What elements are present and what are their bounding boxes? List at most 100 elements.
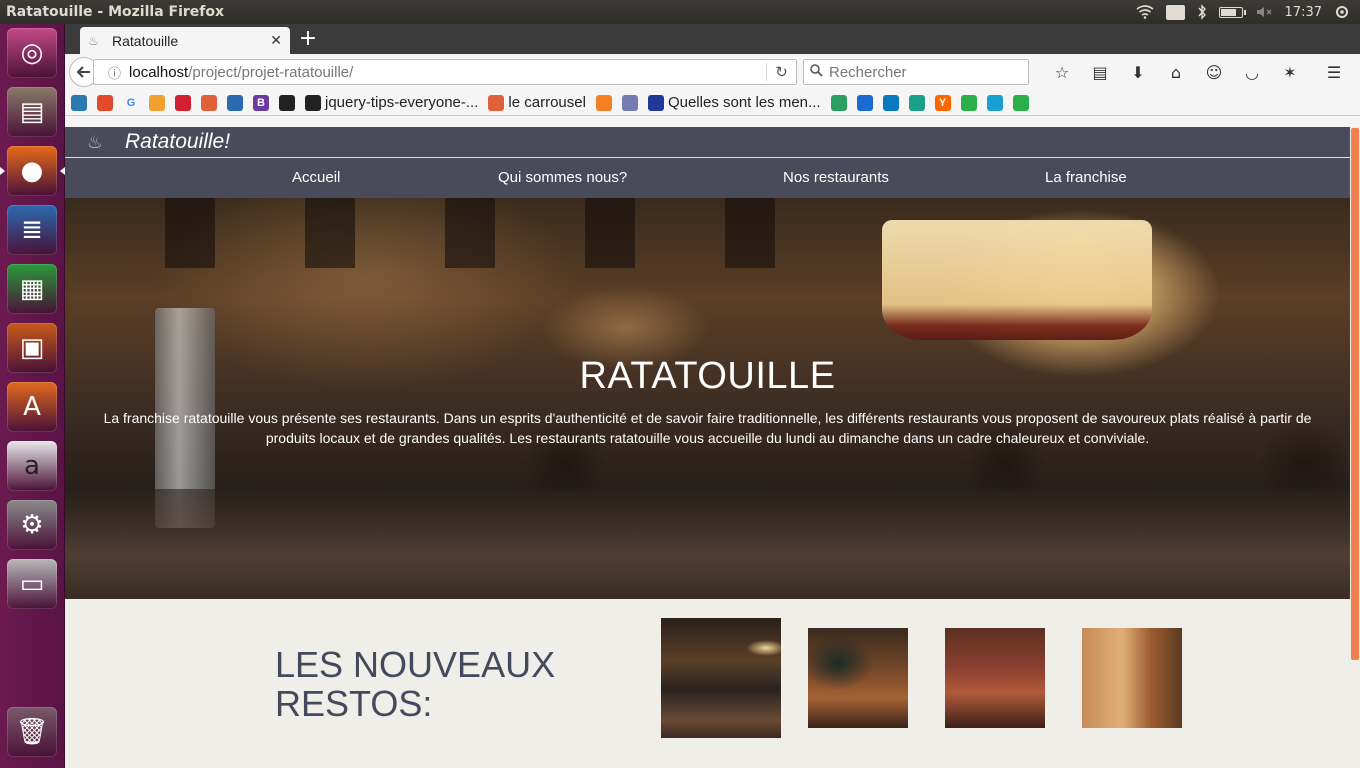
bookmark-item[interactable]: Y <box>934 94 951 111</box>
launcher-trash-icon[interactable]: 🗑 <box>7 707 57 757</box>
bookmark-ms-icon <box>97 94 113 111</box>
restaurant-thumbnail-4[interactable] <box>1082 628 1182 728</box>
bookmark-item[interactable] <box>175 94 191 111</box>
bookmark-item[interactable] <box>830 94 847 111</box>
hero-title: RATATOUILLE <box>579 355 836 397</box>
home-icon[interactable]: ⌂ <box>1163 59 1189 85</box>
power-gear-icon[interactable] <box>1334 4 1350 20</box>
bookmark-un-icon <box>960 94 977 111</box>
bookmark-ar-icon <box>201 94 217 111</box>
bookmark-item[interactable] <box>882 94 899 111</box>
downloads-icon[interactable]: ⬇ <box>1125 59 1151 85</box>
bookmark-item[interactable]: jquery-tips-everyone-... <box>305 94 478 111</box>
bookmark-star-icon[interactable]: ☆ <box>1049 59 1075 85</box>
search-placeholder: Rechercher <box>829 63 907 81</box>
bookmark-item[interactable] <box>595 94 612 111</box>
top-panel: Ratatouille - Mozilla Firefox Fr 17:37 <box>0 0 1360 24</box>
site-info-icon[interactable]: ⓘ <box>108 63 121 82</box>
new-tab-button[interactable]: + <box>298 26 318 51</box>
bookmark-item[interactable] <box>97 94 113 111</box>
bookmark-item[interactable] <box>856 94 873 111</box>
restaurant-thumbnail-3[interactable] <box>945 628 1045 728</box>
bookmark-item[interactable]: Quelles sont les men... <box>647 94 821 111</box>
tab-strip: ♨ Ratatouille ✕ + <box>65 24 1360 54</box>
launcher-libreoffice-impress-icon[interactable]: ▣ <box>7 323 57 373</box>
launcher-amazon-icon[interactable]: a <box>7 441 57 491</box>
launcher-system-settings-icon[interactable]: ⚙ <box>7 500 57 550</box>
tab-ratatouille[interactable]: ♨ Ratatouille ✕ <box>80 27 290 54</box>
close-tab-icon[interactable]: ✕ <box>270 33 282 49</box>
pendant-lamp <box>882 220 1152 340</box>
restaurant-thumbnail-2[interactable] <box>808 628 908 728</box>
window-title: Ratatouille - Mozilla Firefox <box>6 4 225 20</box>
volume-muted-icon[interactable] <box>1255 5 1273 19</box>
launcher-libreoffice-calc-icon[interactable]: ▦ <box>7 264 57 314</box>
bookmark-Y-icon: Y <box>934 94 951 111</box>
page-scrollbar[interactable] <box>1350 127 1360 768</box>
bookmark-tr-icon <box>882 94 899 111</box>
extension-icon[interactable]: ✶ <box>1277 59 1303 85</box>
bookmark-item[interactable] <box>1012 94 1029 111</box>
tab-title: Ratatouille <box>112 32 179 49</box>
menu-icon[interactable]: ☰ <box>1321 59 1347 85</box>
bookmark-item[interactable] <box>227 94 243 111</box>
restaurant-thumbnail-1[interactable] <box>661 618 781 738</box>
bookmark-item[interactable] <box>621 94 638 111</box>
chef-hat-icon[interactable]: ♨ <box>83 130 107 154</box>
launcher-libreoffice-writer-icon[interactable]: ≣ <box>7 205 57 255</box>
bookmark-po-icon <box>175 94 191 111</box>
bookmark-ca-icon <box>71 94 87 111</box>
url-host: localhost <box>129 63 189 81</box>
bookmark-label: Quelles sont les men... <box>667 94 821 111</box>
news-heading: LES NOUVEAUX RESTOS: <box>275 644 556 724</box>
launcher-disk-icon[interactable]: ▭ <box>7 559 57 609</box>
battery-icon[interactable] <box>1218 6 1246 18</box>
bookmarks-list-icon[interactable]: ▤ <box>1087 59 1113 85</box>
bookmark-item[interactable] <box>201 94 217 111</box>
nav-toolbar: ⓘ localhost/project/projet-ratatouille/ … <box>65 54 1360 90</box>
search-input[interactable]: Rechercher <box>803 59 1029 85</box>
bookmarks-toolbar: G Bjquery-tips-everyone-... le carrousel Qu… <box>65 90 1360 116</box>
bookmark-ar-icon <box>488 94 505 111</box>
chat-icon[interactable]: ☺ <box>1201 59 1227 85</box>
launcher-ubuntu-dash-icon[interactable]: ◎ <box>7 28 57 78</box>
bookmark-item[interactable] <box>279 94 295 111</box>
keyboard-layout-indicator[interactable]: Fr <box>1166 4 1185 20</box>
hero-banner: RATATOUILLE La franchise ratatouille vou… <box>65 198 1350 599</box>
bookmark-item[interactable] <box>149 94 165 111</box>
bookmark-gh-icon <box>279 94 295 111</box>
unity-launcher: ◎ ▤ ● ≣ ▦ ▣ Aa ⚙ ▭ 🗑 <box>0 24 65 768</box>
indicator-area: Fr 17:37 <box>1136 4 1360 20</box>
bookmark-item[interactable] <box>986 94 1003 111</box>
bookmark-ed-icon <box>856 94 873 111</box>
bookmark-item[interactable]: B <box>253 94 269 111</box>
launcher-ubuntu-software-icon[interactable]: A <box>7 382 57 432</box>
pocket-icon[interactable]: ◡ <box>1239 59 1265 85</box>
nav-nos-restaurants[interactable]: Nos restaurants <box>783 169 889 186</box>
search-icon <box>810 63 823 81</box>
bookmark-item[interactable] <box>908 94 925 111</box>
wifi-icon[interactable] <box>1136 5 1154 19</box>
launcher-files-icon[interactable]: ▤ <box>7 87 57 137</box>
clock[interactable]: 17:37 <box>1285 5 1322 20</box>
scrollbar-thumb[interactable] <box>1351 128 1359 660</box>
bookmark-item[interactable]: le carrousel <box>488 94 586 111</box>
site-brand[interactable]: Ratatouille! <box>125 130 230 154</box>
launcher-firefox-icon[interactable]: ● <box>0 146 65 196</box>
url-bar[interactable]: ⓘ localhost/project/projet-ratatouille/ … <box>93 59 797 85</box>
bookmark-so-icon <box>595 94 612 111</box>
hero-text: La franchise ratatouille vous présente s… <box>103 410 1312 446</box>
nav-la-franchise[interactable]: La franchise <box>1045 169 1127 186</box>
bookmark-sw-icon <box>149 94 165 111</box>
nav-qui-sommes-nous[interactable]: Qui sommes nous? <box>498 169 627 186</box>
bookmark-B-icon: B <box>253 94 269 111</box>
bookmark-item[interactable]: G <box>123 95 139 111</box>
reload-icon[interactable]: ↻ <box>766 63 796 81</box>
chef-hat-icon: ♨ <box>88 33 99 48</box>
bookmark-label: le carrousel <box>508 94 586 111</box>
bookmark-item[interactable] <box>71 94 87 111</box>
bar-counter <box>65 489 1350 599</box>
bookmark-item[interactable] <box>960 94 977 111</box>
nav-accueil[interactable]: Accueil <box>292 169 340 186</box>
bluetooth-icon[interactable] <box>1197 4 1207 20</box>
